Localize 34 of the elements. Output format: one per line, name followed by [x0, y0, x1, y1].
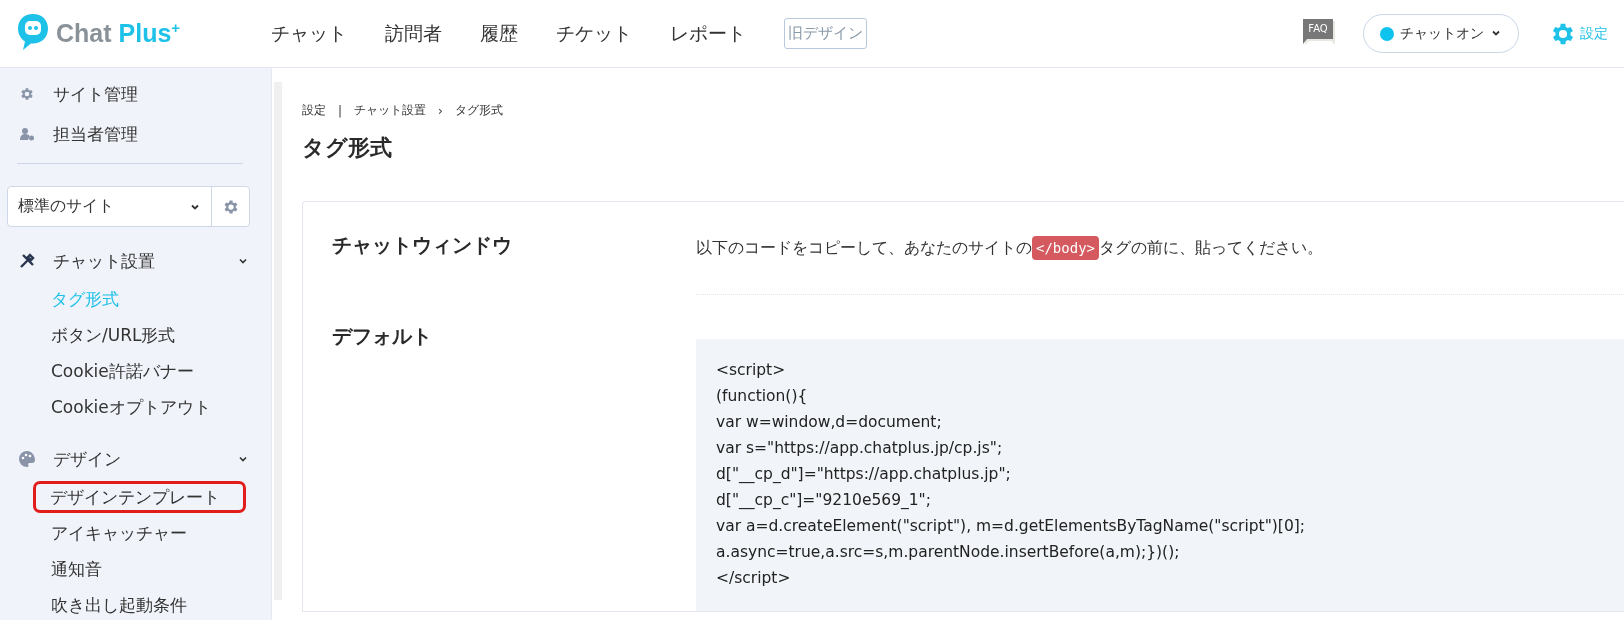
page-title: タグ形式	[302, 134, 393, 162]
code-block[interactable]: <script> (function(){ var w=window,d=document; var s="https://app.chatplus.jp/cp.js"; d["__cp_d"]="https://app.chatplus.jp"; d["__cp_c"]="9210e569_1"; var a=d.createElement("script"), m=d.getElementsByTagName("script")[0]; a.async=true,a.src=s,m.parentNode.insertBefore(a,m);})(); </script>	[696, 339, 1624, 611]
sidebar-subitem[interactable]: デザインテンプレート	[36, 484, 244, 510]
sidebar-subitem[interactable]: 通知音	[51, 551, 244, 587]
breadcrumb-separator: ›	[438, 103, 443, 118]
palette-icon	[17, 450, 37, 468]
breadcrumb-item[interactable]: 設定	[302, 102, 326, 119]
sidebar-item[interactable]: 担当者管理	[0, 114, 264, 154]
nav-link[interactable]: チケット	[556, 20, 632, 47]
breadcrumb-separator: |	[338, 103, 343, 118]
nav-link[interactable]: レポート	[670, 20, 746, 47]
faq-label: FAQ	[1308, 22, 1328, 34]
scrollbar[interactable]	[271, 68, 284, 620]
breadcrumb-item[interactable]: タグ形式	[454, 102, 503, 119]
instruction-text: タグの前に、貼ってください。	[1099, 237, 1323, 259]
code-label: デフォルト	[332, 323, 433, 350]
code-badge: </body>	[1032, 236, 1099, 260]
instruction-text: 以下のコードをコピーして、あなたのサイトの	[696, 237, 1032, 259]
sidebar-section[interactable]: デザイン	[0, 439, 264, 479]
sidebar-subitem[interactable]: ボタン/URL形式	[51, 317, 244, 353]
sidebar-subitem[interactable]: Cookieオプトアウト	[51, 389, 244, 425]
section-title: チャットウィンドウ	[332, 232, 513, 259]
nav-link[interactable]: 訪問者	[385, 20, 442, 47]
breadcrumb-item[interactable]: チャット設置	[354, 102, 427, 119]
sidebar-section[interactable]: チャット設置	[0, 241, 264, 281]
nav-link[interactable]: チャット	[271, 20, 347, 47]
sidebar-subitem[interactable]: アイキャッチャー	[51, 515, 244, 551]
sidebar-subitem[interactable]: 吹き出し起動条件	[51, 587, 244, 620]
nav-link[interactable]: 履歴	[480, 20, 518, 47]
user-gear-icon	[17, 126, 37, 142]
logo-text: Chat Plus$^{+}$	[56, 18, 181, 49]
sidebar-subitem[interactable]: Cookie許諾バナー	[51, 353, 244, 389]
sidebar-item[interactable]: サイト管理	[0, 74, 264, 114]
chat-status-dropdown[interactable]: チャットオン	[1363, 14, 1519, 53]
